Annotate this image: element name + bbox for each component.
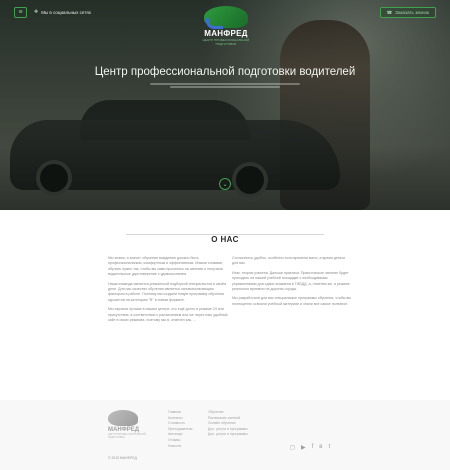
about-paragraph: Итак, теория усвоена. Дальше практика. П… <box>232 270 350 292</box>
vk-icon[interactable]: в <box>319 444 322 451</box>
site-logo[interactable]: МАНФРЕД ЦЕНТР ПРОФЕССИОНАЛЬНОЙ ПОДГОТОВК… <box>198 6 254 46</box>
about-paragraph: Мы изучили лучшие в нашем центре, кто ещ… <box>108 307 228 323</box>
footer-link[interactable]: Доп. услуги и программы <box>208 432 248 438</box>
mammoth-logo-icon <box>204 6 248 29</box>
about-paragraph: Согласитесь удобно, особенно если времен… <box>232 256 346 266</box>
scroll-down-button[interactable]: ⌄ <box>219 178 231 190</box>
instagram-icon[interactable]: ◻ <box>290 444 295 451</box>
about-column-right: Согласитесь удобно, особенно если времен… <box>232 256 352 311</box>
footer-link[interactable]: Новости <box>168 444 192 450</box>
youtube-icon[interactable]: ▶ <box>301 444 306 451</box>
about-column-left: Мы знаем, а значит, обучение вождению до… <box>108 256 228 327</box>
about-paragraph: Наша команда является уникальной подборк… <box>108 281 226 302</box>
social-networks-link[interactable]: ✚ Мы в социальных сетях <box>34 9 91 15</box>
about-paragraph: Мы знаем, а значит, обучение вождению до… <box>108 256 223 277</box>
copyright: © 2015 МАНФРЕД <box>108 456 137 460</box>
hero-title: Центр профессиональной подготовки водите… <box>94 66 356 78</box>
arrow-down-icon: ⌄ <box>222 181 228 188</box>
mammoth-logo-icon <box>108 410 138 426</box>
facebook-icon[interactable]: f <box>312 444 314 451</box>
phone-icon: ☎ <box>386 9 393 15</box>
share-icon: ✚ <box>34 9 39 15</box>
hamburger-icon: ≡ <box>18 9 23 16</box>
footer-links-primary: Главная Контакты Стоимость Преподаватели… <box>168 410 192 449</box>
order-call-label: Заказать звонок <box>395 10 429 15</box>
footer-links-secondary: Обучение Расписание занятий Онлайн обуче… <box>208 410 248 438</box>
hero-subtitle-lines <box>150 82 300 88</box>
about-heading: О НАС <box>0 229 450 247</box>
hero-section: ≡ ✚ Мы в социальных сетях МАНФРЕД ЦЕНТР … <box>0 0 450 210</box>
order-call-button[interactable]: ☎ Заказать звонок <box>379 7 436 18</box>
twitter-icon[interactable]: t <box>328 444 330 451</box>
footer-logo-tagline: ЦЕНТР ПРОФЕССИОНАЛЬНОЙ ПОДГОТОВКИ <box>108 433 146 439</box>
about-paragraph: Мы разработали для вас специальные прогр… <box>232 296 351 306</box>
site-footer: МАНФРЕД ЦЕНТР ПРОФЕССИОНАЛЬНОЙ ПОДГОТОВК… <box>0 400 450 470</box>
logo-name: МАНФРЕД <box>204 29 248 38</box>
menu-button[interactable]: ≡ <box>14 7 27 18</box>
footer-social-icons: ◻ ▶ f в t <box>290 444 330 451</box>
logo-tagline: ЦЕНТР ПРОФЕССИОНАЛЬНОЙ ПОДГОТОВКИ <box>202 38 250 46</box>
about-title: О НАС <box>203 235 247 244</box>
footer-logo[interactable]: МАНФРЕД ЦЕНТР ПРОФЕССИОНАЛЬНОЙ ПОДГОТОВК… <box>108 410 148 439</box>
social-networks-label: Мы в социальных сетях <box>41 9 92 15</box>
